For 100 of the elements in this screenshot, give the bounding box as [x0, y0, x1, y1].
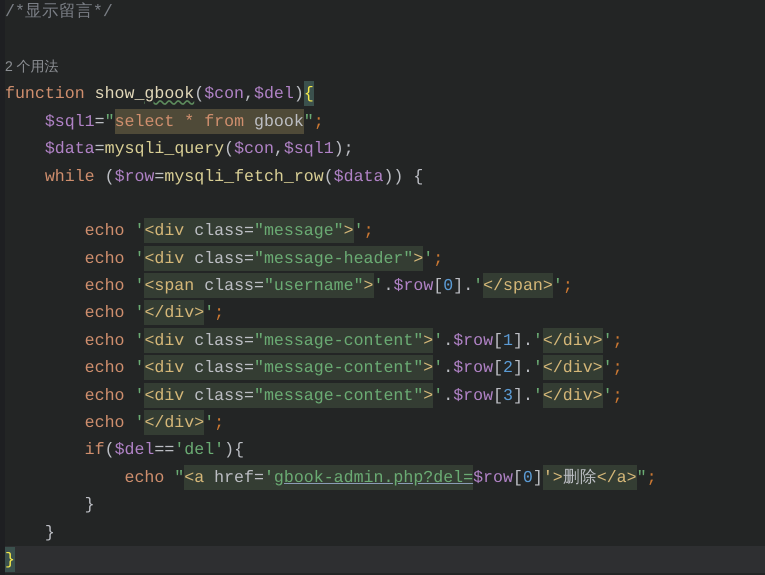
string-literal: ' — [133, 220, 144, 242]
punctuation: ]. — [512, 330, 533, 352]
string-literal: ' — [133, 330, 144, 352]
punctuation: } — [84, 494, 95, 516]
string-literal: ' — [532, 330, 543, 352]
string-literal: ' — [354, 220, 364, 242]
keyword: echo — [84, 275, 125, 298]
punctuation: ){ — [224, 439, 244, 462]
keyword: echo — [84, 357, 125, 380]
semicolon: ; — [646, 466, 657, 489]
semicolon: ; — [214, 412, 224, 434]
html-attribute: class= — [203, 275, 264, 298]
number: 2 — [503, 357, 513, 380]
html-tag: <div — [144, 218, 184, 244]
punctuation: = — [154, 166, 164, 188]
string-literal: ' — [204, 302, 214, 324]
html-tag: > — [364, 273, 374, 298]
variable: $data — [44, 138, 95, 160]
code-comment: /*显示留言*/ — [5, 1, 113, 24]
string-literal: ' — [423, 248, 434, 270]
variable: $row — [473, 466, 513, 489]
html-attribute: class= — [193, 248, 254, 270]
semicolon: ; — [612, 357, 623, 380]
html-tag: </div> — [542, 355, 603, 380]
punctuation: , — [274, 138, 284, 160]
html-tag: > — [423, 355, 434, 380]
punctuation: )) { — [383, 166, 424, 188]
punctuation: ] — [532, 466, 543, 489]
variable: $del — [254, 83, 294, 106]
string-literal: ' — [602, 384, 613, 407]
string-literal: ' — [552, 275, 563, 298]
attribute-value: "message-header" — [254, 248, 414, 270]
punctuation: ( — [224, 138, 234, 160]
string-literal: ' — [133, 302, 144, 324]
attribute-value: "message" — [254, 220, 344, 242]
variable: $con — [234, 138, 274, 160]
attribute-value: "message-content" — [254, 384, 424, 407]
string-literal: ' — [433, 357, 444, 380]
punctuation: ( — [104, 439, 115, 462]
string-literal: " — [636, 466, 647, 489]
string-literal: 'del' — [174, 439, 224, 462]
string-literal: " — [304, 110, 314, 133]
variable: $sql1 — [44, 110, 95, 133]
html-tag: <div — [144, 328, 184, 353]
html-tag: </div> — [144, 300, 204, 326]
variable: $row — [453, 357, 494, 380]
number: 1 — [503, 330, 513, 352]
punctuation: ( — [194, 83, 204, 106]
keyword: echo — [84, 248, 125, 270]
keyword: echo — [84, 384, 125, 407]
function-call: mysqli_fetch_row — [164, 166, 324, 188]
string-literal: ' — [532, 384, 543, 407]
html-tag: </span> — [483, 273, 553, 298]
punctuation: , — [244, 83, 254, 106]
variable: $del — [114, 439, 154, 462]
html-attribute: class= — [193, 357, 254, 380]
number: 0 — [443, 275, 454, 298]
html-attribute: class= — [193, 384, 254, 407]
punctuation: [ — [512, 466, 523, 489]
string-literal: ' — [374, 275, 384, 298]
punctuation: = — [94, 138, 105, 160]
semicolon: ; — [562, 275, 573, 298]
string-literal: ' — [602, 330, 613, 352]
html-attribute: href= — [213, 466, 264, 489]
semicolon: ; — [314, 110, 324, 133]
html-tag: <div — [144, 382, 184, 408]
string-literal: ' — [204, 412, 214, 434]
html-tag: <a — [184, 464, 204, 490]
punctuation: ]. — [512, 384, 533, 407]
function-name: show_ — [94, 83, 144, 106]
html-tag: </a> — [596, 464, 637, 490]
keyword: echo — [84, 302, 125, 324]
string-literal: ' — [133, 248, 144, 270]
attribute-value: ' — [264, 466, 274, 489]
attribute-value: "message-content" — [254, 357, 424, 380]
number: 0 — [522, 466, 533, 489]
sql-identifier: gbook — [254, 110, 304, 133]
semicolon: ; — [612, 330, 623, 352]
variable: $row — [453, 384, 494, 407]
variable: $data — [334, 166, 384, 188]
punctuation: } — [44, 522, 55, 544]
string-literal: ' — [473, 275, 484, 298]
semicolon: ; — [433, 248, 444, 270]
string-literal: ' — [133, 412, 144, 434]
string-literal: " — [104, 110, 115, 133]
html-tag: > — [344, 218, 354, 244]
punctuation: [ — [493, 330, 504, 352]
html-attribute: class= — [193, 330, 254, 352]
variable: $con — [204, 83, 244, 106]
punctuation: . — [443, 357, 454, 380]
brace: } — [5, 547, 15, 572]
keyword: while — [44, 166, 95, 188]
code-editor[interactable] — [5, 0, 765, 575]
html-tag: <div — [144, 246, 184, 271]
function-name: gbook — [144, 83, 194, 106]
sql-keyword: select * from — [114, 110, 246, 133]
punctuation: . — [383, 275, 394, 298]
keyword: echo — [84, 330, 125, 352]
html-tag: <span — [144, 273, 194, 298]
html-tag: > — [423, 328, 434, 353]
